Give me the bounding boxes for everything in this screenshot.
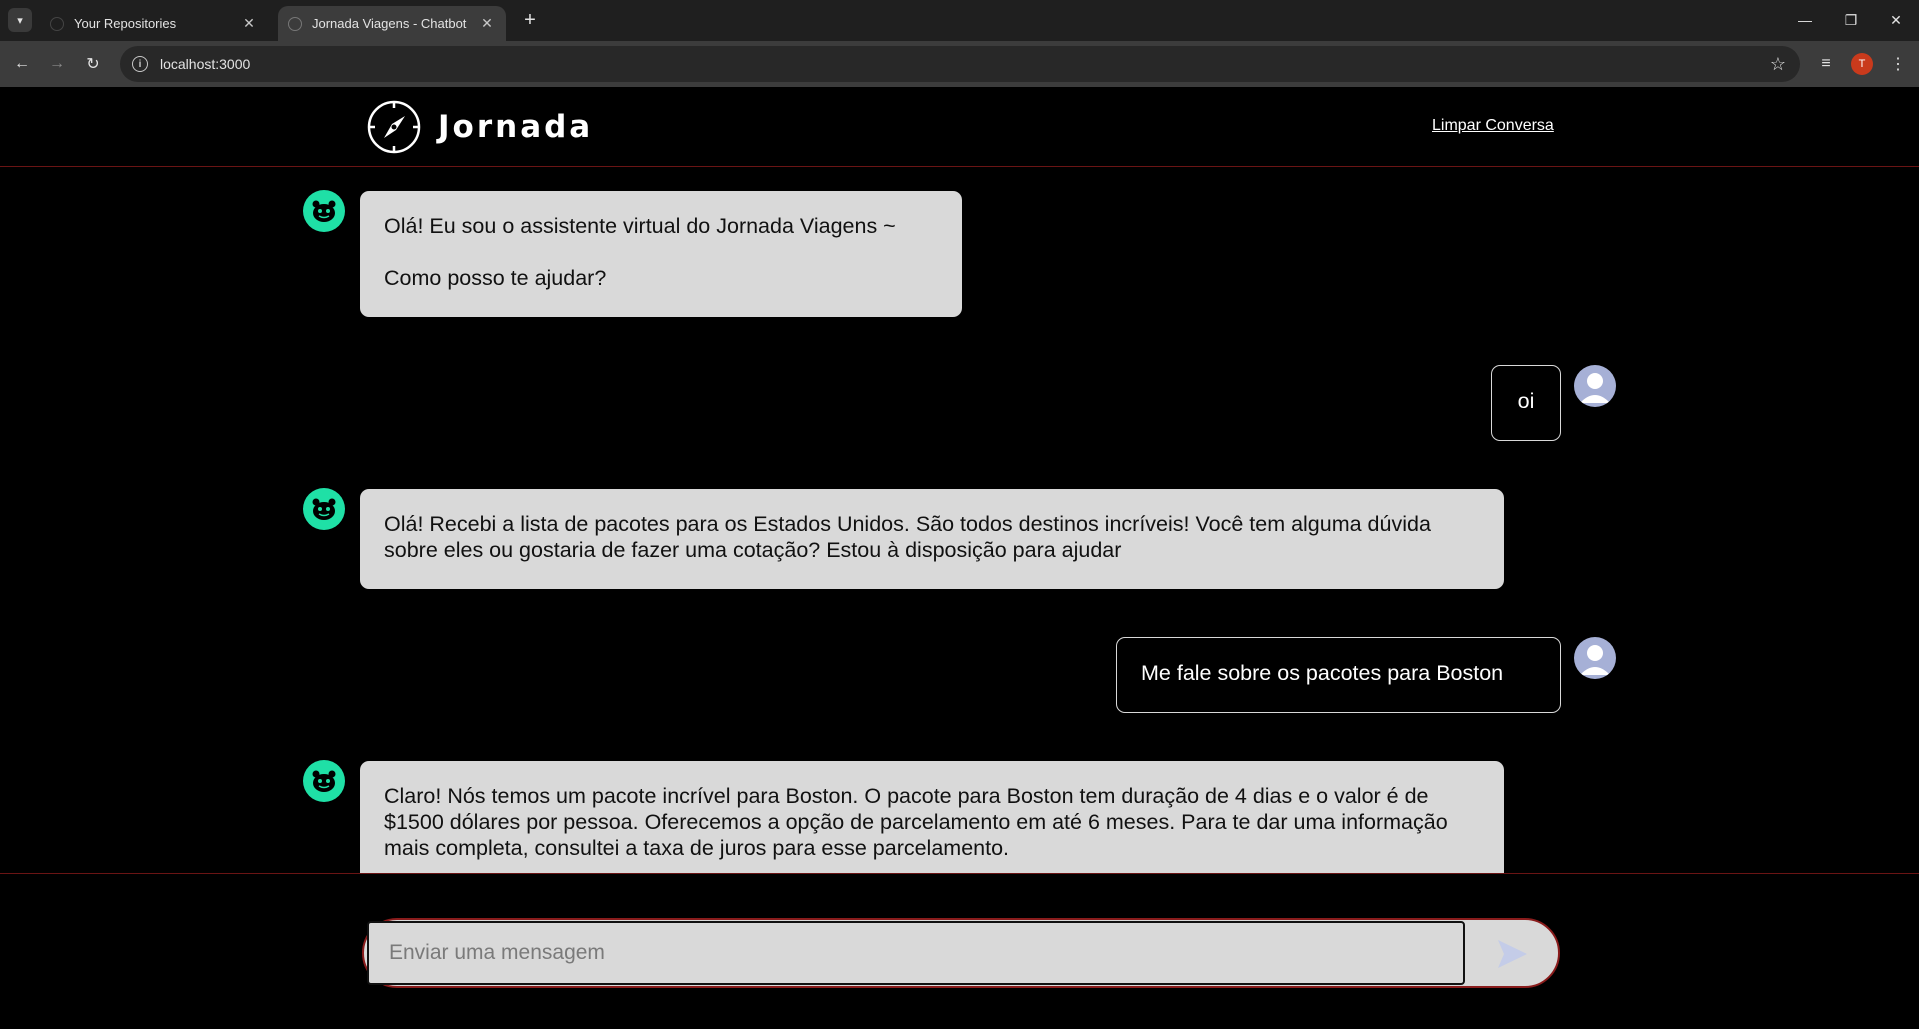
bot-message: Claro! Nós temos um pacote incrível para… [360,761,1504,873]
tab-jornada-chatbot[interactable]: Jornada Viagens - Chatbot ✕ [278,6,506,41]
github-favicon-icon [50,16,64,31]
new-tab-button[interactable]: + [518,8,542,32]
back-arrow-icon[interactable]: ← [8,50,36,78]
message-input[interactable] [367,921,1465,985]
user-message: oi [1491,365,1561,441]
user-silhouette-icon [1580,645,1610,675]
restore-icon[interactable]: ❐ [1828,0,1874,40]
browser-toolbar: ← → ↻ i localhost:3000 ☆ ≡ T ⋮ [0,41,1919,87]
send-icon[interactable] [1494,936,1530,972]
address-bar[interactable]: i localhost:3000 ☆ [120,46,1800,82]
bot-avatar [303,488,345,530]
message-composer-area [0,873,1919,1029]
bot-face-icon [312,770,336,792]
globe-favicon-icon [288,16,302,31]
bot-message: Olá! Recebi a lista de pacotes para os E… [360,489,1504,589]
reading-list-icon[interactable]: ≡ [1812,50,1840,78]
bot-message: Olá! Eu sou o assistente virtual do Jorn… [360,191,962,317]
compass-logo-icon [367,100,421,154]
tab-your-repositories[interactable]: Your Repositories ✕ [40,6,268,41]
forward-arrow-icon[interactable]: → [43,50,71,78]
tab-title: Your Repositories [74,16,177,31]
reload-icon[interactable]: ↻ [79,50,107,78]
profile-avatar[interactable]: T [1851,53,1873,75]
url-text: localhost:3000 [160,56,251,72]
menu-kebab-icon[interactable]: ⋮ [1884,50,1912,78]
bot-face-icon [312,200,336,222]
composer [362,918,1560,988]
tab-close-icon[interactable]: ✕ [240,15,258,33]
brand-name: Jornada [438,109,594,145]
bot-avatar [303,190,345,232]
close-window-icon[interactable]: ✕ [1873,0,1919,40]
message-line: Olá! Eu sou o assistente virtual do Jorn… [384,214,896,238]
clear-conversation-link[interactable]: Limpar Conversa [1432,117,1554,135]
star-icon[interactable]: ☆ [1770,54,1786,75]
user-avatar [1574,637,1616,679]
browser-tab-bar: ▾ Your Repositories ✕ Jornada Viagens - … [0,0,1919,41]
tab-close-icon[interactable]: ✕ [478,15,496,33]
minimize-icon[interactable]: — [1782,0,1828,40]
bot-avatar [303,760,345,802]
tab-search-chevron-icon[interactable]: ▾ [8,8,32,32]
message-line: Como posso te ajudar? [384,266,607,290]
site-info-icon[interactable]: i [132,56,148,72]
brand-logo[interactable]: Jornada [366,99,593,155]
user-message: Me fale sobre os pacotes para Boston [1116,637,1561,713]
chatbot-page: Jornada Limpar Conversa Olá! Eu sou o as… [0,87,1919,1029]
chat-messages: Olá! Eu sou o assistente virtual do Jorn… [0,168,1919,873]
user-avatar [1574,365,1616,407]
tab-title: Jornada Viagens - Chatbot [312,16,467,31]
user-silhouette-icon [1580,373,1610,403]
bot-face-icon [312,498,336,520]
site-header: Jornada Limpar Conversa [0,87,1919,167]
